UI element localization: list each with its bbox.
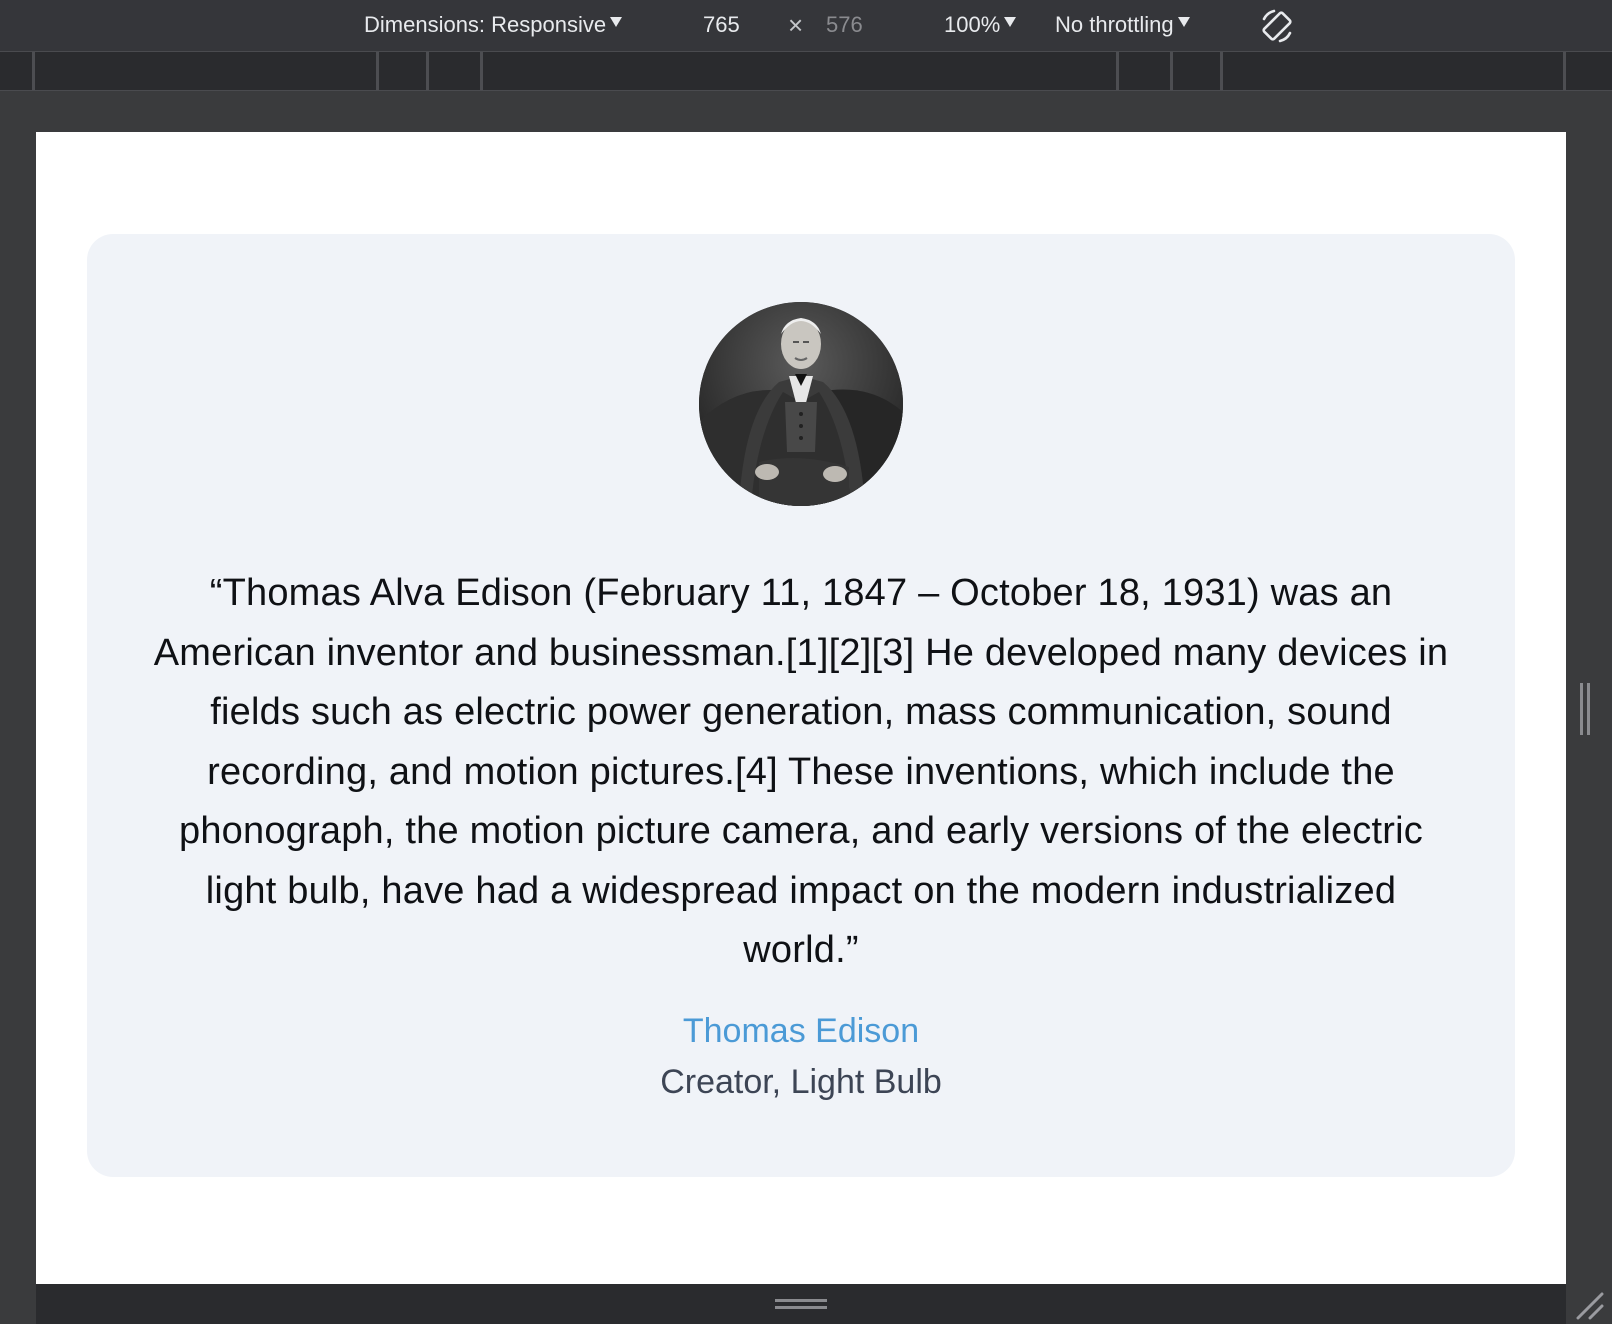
- resize-bar-bottom: [36, 1284, 1566, 1324]
- media-query-segment[interactable]: [1116, 52, 1172, 90]
- dimensions-label: Dimensions: Responsive: [364, 12, 607, 37]
- testimonial-card: “Thomas Alva Edison (February 11, 1847 –…: [87, 234, 1515, 1177]
- device-toolbar: Dimensions: Responsive 765 × 576 100% No…: [0, 0, 1612, 52]
- media-query-segment[interactable]: [376, 52, 428, 90]
- throttling-dropdown[interactable]: No throttling: [1055, 0, 1190, 51]
- author-avatar: [699, 302, 903, 506]
- chevron-down-icon: [1004, 17, 1017, 27]
- media-query-segment[interactable]: [426, 52, 482, 90]
- chevron-down-icon: [610, 17, 623, 27]
- media-query-segment[interactable]: [32, 52, 378, 90]
- author-role: Creator, Light Bulb: [660, 1063, 942, 1101]
- corner-resize-icon[interactable]: [1574, 1290, 1604, 1320]
- throttling-label: No throttling: [1055, 12, 1174, 37]
- author-name: Thomas Edison: [682, 1012, 920, 1050]
- resize-handle-bottom[interactable]: [775, 1297, 827, 1311]
- media-query-bar: [0, 52, 1612, 91]
- page-viewport: “Thomas Alva Edison (February 11, 1847 –…: [36, 132, 1566, 1284]
- testimonial-quote: “Thomas Alva Edison (February 11, 1847 –…: [153, 572, 1449, 971]
- width-input[interactable]: 765: [703, 0, 740, 51]
- rotate-icon[interactable]: [1258, 7, 1296, 45]
- dimensions-dropdown[interactable]: Dimensions: Responsive: [364, 0, 623, 51]
- media-query-segment[interactable]: [480, 52, 1118, 90]
- resize-handle-right[interactable]: [1578, 683, 1592, 735]
- zoom-dropdown[interactable]: 100%: [944, 0, 1017, 51]
- media-query-segment[interactable]: [1220, 52, 1566, 90]
- height-input[interactable]: 576: [826, 0, 863, 51]
- zoom-label: 100%: [944, 12, 1001, 37]
- media-query-segment[interactable]: [1170, 52, 1222, 90]
- times-icon: ×: [788, 10, 804, 40]
- chevron-down-icon: [1177, 17, 1190, 27]
- portrait-photo: [699, 302, 903, 506]
